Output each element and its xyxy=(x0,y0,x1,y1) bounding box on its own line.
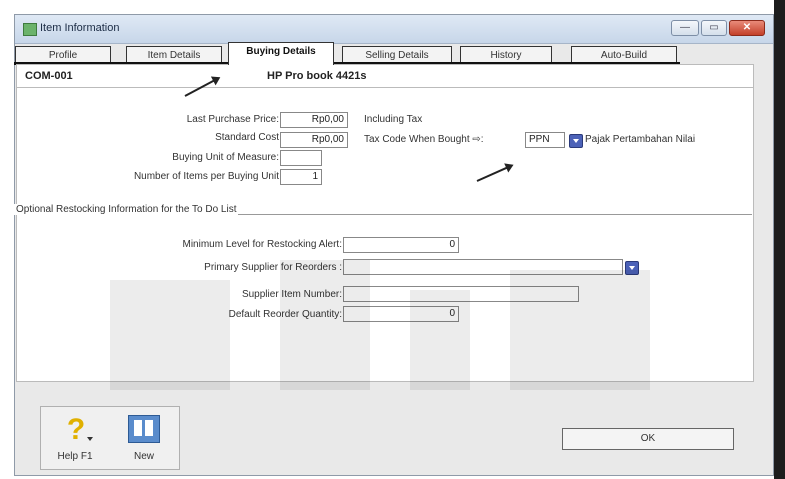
last-purchase-price-field: Rp0,00 xyxy=(280,112,348,128)
minimum-level-field[interactable]: 0 xyxy=(343,237,459,253)
tax-code-description: Pajak Pertambahan Nilai xyxy=(585,134,696,145)
window-title: Item Information xyxy=(40,22,120,34)
buying-unit-label: Buying Unit of Measure: xyxy=(172,152,279,163)
item-code: COM-001 xyxy=(25,70,73,82)
default-reorder-qty-label: Default Reorder Quantity: xyxy=(228,309,342,320)
items-per-unit-label: Number of Items per Buying Unit xyxy=(133,171,279,182)
header-separator xyxy=(17,87,753,88)
buying-unit-field[interactable] xyxy=(280,150,322,166)
minimum-level-label: Minimum Level for Restocking Alert: xyxy=(182,239,342,250)
close-button[interactable]: ✕ xyxy=(729,20,765,36)
last-purchase-price-label: Last Purchase Price: xyxy=(186,114,279,125)
tax-code-dropdown-icon[interactable] xyxy=(569,134,583,148)
new-label: New xyxy=(133,451,154,462)
help-dropdown-icon xyxy=(87,437,93,441)
restocking-group-title: Optional Restocking Information for the … xyxy=(14,204,239,215)
new-button[interactable]: New xyxy=(110,407,178,467)
help-button[interactable]: ? Help F1 xyxy=(41,407,109,467)
including-tax-label: Including Tax xyxy=(364,114,423,125)
primary-supplier-label: Primary Supplier for Reorders : xyxy=(204,262,342,273)
help-label: Help F1 xyxy=(57,451,93,462)
tab-buying-details[interactable]: Buying Details xyxy=(228,42,334,65)
app-icon xyxy=(23,23,37,36)
title-bar: Item Information — ▭ ✕ xyxy=(15,15,773,44)
default-reorder-qty-field[interactable]: 0 xyxy=(343,306,459,322)
supplier-item-number-label: Supplier Item Number: xyxy=(241,289,342,300)
ok-button[interactable]: OK xyxy=(562,428,734,450)
standard-cost-label: Standard Cost xyxy=(215,132,279,143)
maximize-button[interactable]: ▭ xyxy=(701,20,727,36)
supplier-item-number-field[interactable] xyxy=(343,286,579,302)
new-book-icon xyxy=(128,415,160,443)
item-name: HP Pro book 4421s xyxy=(267,70,367,82)
primary-supplier-dropdown-icon[interactable] xyxy=(625,261,639,275)
tax-code-field[interactable]: PPN xyxy=(525,132,565,148)
tax-code-label: Tax Code When Bought ⇨: xyxy=(364,134,484,145)
bottom-toolbar: ? Help F1 New xyxy=(40,406,180,470)
minimize-button[interactable]: — xyxy=(671,20,699,36)
primary-supplier-field[interactable] xyxy=(343,259,623,275)
items-per-unit-field[interactable]: 1 xyxy=(280,169,322,185)
right-edge-strip xyxy=(774,0,785,479)
standard-cost-field[interactable]: Rp0,00 xyxy=(280,132,348,148)
